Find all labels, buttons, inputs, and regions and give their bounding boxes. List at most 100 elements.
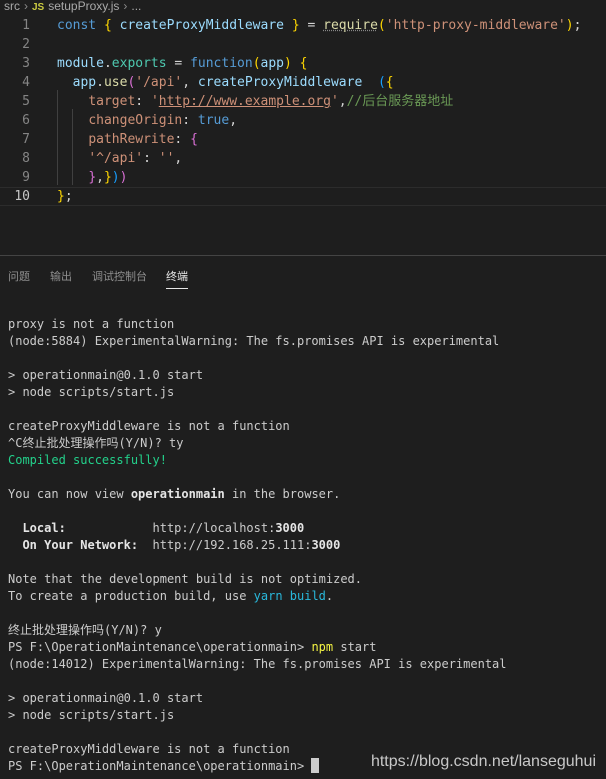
code-token: { — [385, 75, 394, 90]
terminal-line: > operationmain@0.1.0 start — [8, 367, 606, 384]
terminal-text: PS F:\OperationMaintenance\operationmain… — [8, 640, 312, 654]
code-line[interactable]: 9 },})) — [0, 168, 606, 187]
code-token: true — [197, 113, 230, 128]
panel-divider — [0, 255, 606, 256]
terminal-text: Local: — [8, 521, 153, 535]
terminal-line: 终止批处理操作吗(Y/N)? y — [8, 622, 606, 639]
code-line[interactable]: 4 app.use('/api', createProxyMiddleware … — [0, 73, 606, 92]
chevron-right-icon: › — [123, 0, 128, 13]
code-token: . — [103, 56, 112, 71]
terminal-text: createProxyMiddleware is not a function — [8, 742, 290, 756]
terminal-text: > node scripts/start.js — [8, 385, 175, 399]
code-token: const — [57, 18, 104, 33]
terminal-text: 终止批处理操作吗(Y/N)? y — [8, 623, 162, 637]
line-number: 8 — [22, 151, 30, 166]
code-line[interactable]: 3 module.exports = function(app) { — [0, 54, 606, 73]
code-line[interactable]: 5 target: 'http://www.example.org',//后台服… — [0, 92, 606, 111]
breadcrumb-folder[interactable]: src — [4, 0, 20, 13]
code-line[interactable]: 10}; — [0, 187, 606, 206]
terminal-text: 3000 — [275, 521, 305, 535]
code-token: ' — [330, 94, 339, 109]
line-number: 9 — [22, 170, 30, 185]
breadcrumb: src › JS setupProxy.js ›... — [0, 0, 606, 14]
terminal-text: > operationmain@0.1.0 start — [8, 368, 204, 382]
breadcrumb-file[interactable]: setupProxy.js — [48, 0, 119, 13]
code-editor[interactable]: 1 const { createProxyMiddleware } = requi… — [0, 14, 606, 254]
code-line[interactable]: 8 '^/api': '', — [0, 149, 606, 168]
terminal-text: To create a production build, use — [8, 589, 254, 603]
code-line[interactable]: 2 — [0, 35, 606, 54]
terminal-line: > operationmain@0.1.0 start — [8, 690, 606, 707]
code-text: }; — [57, 188, 73, 205]
code-text: pathRewrite: { — [57, 130, 198, 149]
watermark: https://blog.csdn.net/lanseguhui — [370, 753, 596, 770]
code-token: app — [260, 56, 285, 71]
code-text: '^/api': '', — [57, 149, 182, 168]
breadcrumb-more[interactable]: ... — [131, 0, 141, 13]
code-text: module.exports = function(app) { — [57, 54, 308, 73]
code-token: createProxyMiddleware — [197, 75, 363, 90]
line-number: 10 — [14, 189, 30, 204]
code-token: function — [190, 56, 253, 71]
code-token: = — [166, 56, 191, 71]
line-number: 7 — [22, 132, 30, 147]
terminal-line: Note that the development build is not o… — [8, 571, 606, 588]
terminal-text: http://192.168.25.111: — [152, 538, 312, 552]
code-line[interactable]: 1 const { createProxyMiddleware } = requi… — [0, 16, 606, 35]
terminal-text: > node scripts/start.js — [8, 708, 175, 722]
code-token: , — [96, 170, 104, 185]
code-token: app — [72, 75, 97, 90]
terminal-line: On Your Network: http://192.168.25.111:3… — [8, 537, 606, 554]
terminal-line: You can now view operationmain in the br… — [8, 486, 606, 503]
terminal-text: http://localhost: — [152, 521, 276, 535]
code-token: = — [299, 18, 324, 33]
code-token: ( — [252, 56, 261, 71]
terminal-line: > node scripts/start.js — [8, 707, 606, 724]
code-token: { — [299, 56, 308, 71]
code-token: 'http-proxy-middleware' — [385, 18, 566, 33]
panel-tab[interactable]: 输出 — [50, 268, 72, 284]
code-token: , — [338, 94, 347, 109]
line-number: 4 — [22, 75, 30, 90]
terminal-text: npm — [311, 640, 334, 654]
terminal-output[interactable]: proxy is not a function (node:5884) Exper… — [8, 316, 606, 775]
javascript-file-icon: JS — [32, 2, 45, 13]
code-token: : — [174, 132, 191, 147]
terminal-line: createProxyMiddleware is not a function — [8, 418, 606, 435]
code-token: , — [229, 113, 238, 128]
terminal-line: > node scripts/start.js — [8, 384, 606, 401]
panel-tab[interactable]: 终端 — [166, 268, 188, 289]
code-token: '^/api' — [88, 151, 144, 166]
code-text: const { createProxyMiddleware } = requir… — [57, 16, 581, 35]
code-token: ' — [150, 94, 159, 109]
terminal-text: createProxyMiddleware is not a function — [8, 419, 290, 433]
code-token: require — [323, 18, 378, 33]
terminal-line: To create a production build, use yarn b… — [8, 588, 606, 605]
code-token: } — [57, 189, 65, 204]
code-line[interactable]: 6 changeOrigin: true, — [0, 111, 606, 130]
line-number: 5 — [22, 94, 30, 109]
code-token: use — [103, 75, 128, 90]
code-token: , — [174, 151, 183, 166]
terminal-line: (node:14012) ExperimentalWarning: The fs… — [8, 656, 606, 673]
panel-tab[interactable]: 调试控制台 — [92, 268, 147, 284]
terminal-line: Local: http://localhost:3000 — [8, 520, 606, 537]
code-token: { — [103, 18, 120, 33]
terminal-text: operationmain — [130, 487, 225, 501]
terminal-text: (node:5884) ExperimentalWarning: The fs.… — [8, 334, 500, 348]
code-line[interactable]: 7 pathRewrite: { — [0, 130, 606, 149]
panel-tab[interactable]: 问题 — [8, 268, 30, 284]
code-text: target: 'http://www.example.org',//后台服务器… — [57, 92, 453, 111]
terminal-line: proxy is not a function — [8, 316, 606, 333]
code-token: ( — [377, 75, 386, 90]
terminal-text: yarn build — [253, 589, 326, 603]
terminal-text: ^C终止批处理操作吗(Y/N)? ty — [8, 436, 184, 450]
code-token: } — [103, 170, 112, 185]
